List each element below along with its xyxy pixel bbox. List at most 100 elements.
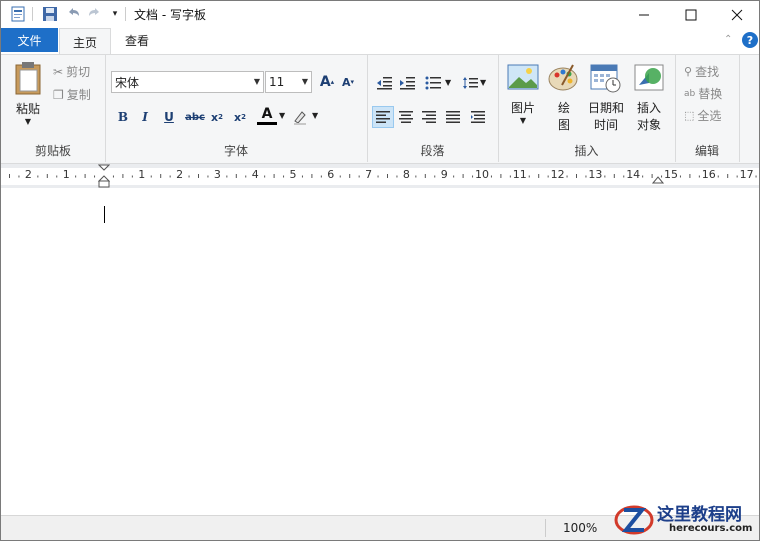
- save-icon[interactable]: [41, 5, 59, 23]
- find-label: 查找: [695, 65, 720, 79]
- editing-group-label: 编辑: [694, 144, 719, 158]
- binoculars-icon: ⚲: [684, 65, 693, 78]
- ribbon-minimize-icon[interactable]: ⌃: [724, 34, 732, 45]
- highlighter-icon: [294, 111, 306, 125]
- close-button[interactable]: [714, 1, 759, 28]
- cut-button[interactable]: ✂ 剪切: [53, 63, 90, 80]
- tab-home[interactable]: 主页: [59, 28, 111, 55]
- quick-access-dropdown-icon[interactable]: ▾: [106, 5, 124, 23]
- line-spacing-button[interactable]: [459, 72, 481, 94]
- ribbon: 粘贴 ▼ ✂ 剪切 ❐ 复制 剪贴板 宋体 ▼ 11 ▼ A ▴ A ▾ B I…: [1, 54, 759, 164]
- indent-marker-icon[interactable]: [97, 164, 111, 191]
- ruler[interactable]: 2 1 1 2 3 4 5 6 7 8 9 10 11 12 13 14 15 16 17: [1, 164, 759, 188]
- status-separator: [545, 519, 546, 537]
- tab-file[interactable]: 文件: [1, 28, 58, 52]
- wordpad-app-icon[interactable]: [9, 5, 27, 23]
- paint-label-line1: 绘: [557, 101, 570, 115]
- paste-button[interactable]: 粘贴 ▼: [9, 61, 47, 126]
- strikethrough-button[interactable]: abc: [183, 107, 207, 127]
- object-label-line1: 插入: [636, 101, 661, 115]
- replace-button[interactable]: ab 替换: [684, 85, 722, 102]
- wordpad-window: ▾ 文档 - 写字板 文件 主页 查看 ⌃ ? 粘贴 ▼ ✂ 剪切 ❐ 复制 剪…: [0, 0, 760, 541]
- font-family-select[interactable]: 宋体 ▼: [111, 71, 264, 93]
- justify-icon: [446, 111, 460, 123]
- paragraph-settings-button[interactable]: [467, 106, 489, 128]
- tab-view[interactable]: 查看: [113, 28, 161, 53]
- cut-label: 剪切: [66, 65, 91, 79]
- undo-icon[interactable]: [64, 5, 82, 23]
- align-center-button[interactable]: [395, 106, 417, 128]
- copy-label: 复制: [66, 88, 91, 102]
- paint-drawing-button[interactable]: 绘 图: [546, 63, 582, 133]
- document-area[interactable]: [1, 189, 759, 515]
- superscript-button[interactable]: x2: [230, 107, 250, 127]
- maximize-button[interactable]: [668, 1, 714, 28]
- watermark-site-name: 这里教程网: [657, 505, 742, 525]
- text-color-dropdown-icon[interactable]: ▼: [279, 111, 285, 120]
- ruler-number: 9: [440, 168, 448, 181]
- ruler-number: 16: [701, 168, 716, 181]
- insert-picture-button[interactable]: 图片 ▼: [505, 63, 541, 125]
- justify-button[interactable]: [442, 106, 464, 128]
- highlight-dropdown-icon[interactable]: ▼: [312, 111, 318, 120]
- paste-dropdown-icon: ▼: [24, 117, 32, 126]
- list-dropdown-icon[interactable]: ▼: [445, 78, 451, 87]
- decrease-indent-button[interactable]: [373, 72, 395, 94]
- right-indent-marker-icon[interactable]: [651, 173, 665, 188]
- picture-label: 图片: [510, 101, 535, 115]
- select-all-button[interactable]: ⬚ 全选: [684, 107, 721, 124]
- ruler-number: 6: [327, 168, 335, 181]
- ruler-ticks: [9, 174, 757, 178]
- watermark: 这里教程网 herecours.com: [614, 496, 760, 541]
- ruler-number: 4: [251, 168, 259, 181]
- help-icon[interactable]: ?: [742, 32, 758, 48]
- minimize-button[interactable]: [621, 1, 667, 28]
- increase-indent-button[interactable]: [396, 72, 418, 94]
- insert-object-button[interactable]: 插入 对象: [630, 63, 668, 133]
- redo-icon[interactable]: [86, 5, 104, 23]
- ruler-number: 3: [213, 168, 221, 181]
- paste-label: 粘贴: [15, 102, 40, 116]
- list-button[interactable]: [422, 72, 444, 94]
- font-family-value: 宋体: [115, 75, 140, 90]
- date-time-button[interactable]: 日期和 时间: [586, 63, 626, 133]
- copy-icon: ❐: [53, 87, 64, 102]
- ruler-number: 17: [739, 168, 754, 181]
- align-left-icon: [376, 111, 390, 123]
- underline-button[interactable]: U: [159, 107, 179, 127]
- subscript-button[interactable]: x2: [207, 107, 227, 127]
- ruler-number: 1: [62, 168, 70, 181]
- text-color-button[interactable]: A: [257, 105, 277, 125]
- paint-label-line2: 图: [557, 118, 570, 132]
- align-left-button[interactable]: [372, 106, 394, 128]
- watermark-site-url: herecours.com: [669, 523, 753, 534]
- title-separator: [32, 7, 33, 21]
- replace-icon: ab: [684, 88, 696, 99]
- select-all-icon: ⬚: [684, 109, 695, 122]
- ruler-number: 15: [664, 168, 678, 181]
- ruler-number: 13: [588, 168, 603, 181]
- paint-palette-icon: [548, 64, 578, 91]
- font-size-select[interactable]: 11 ▼: [265, 71, 312, 93]
- paragraph-group: ▼ ▼ 段落: [367, 55, 499, 162]
- find-button[interactable]: ⚲ 查找: [684, 63, 719, 80]
- clipboard-group: 粘贴 ▼ ✂ 剪切 ❐ 复制 剪贴板: [1, 55, 106, 162]
- copy-button[interactable]: ❐ 复制: [53, 86, 91, 103]
- align-right-button[interactable]: [418, 106, 440, 128]
- insert-object-icon: [634, 64, 664, 91]
- highlight-button[interactable]: [290, 107, 310, 127]
- italic-button[interactable]: I: [135, 107, 155, 127]
- grow-font-button[interactable]: A ▴: [317, 72, 337, 92]
- ruler-number: 10: [475, 168, 489, 181]
- align-center-icon: [399, 111, 413, 123]
- decrease-indent-icon: [377, 77, 392, 90]
- shrink-font-button[interactable]: A ▾: [338, 72, 358, 92]
- font-group-label: 字体: [223, 144, 248, 158]
- bold-button[interactable]: B: [113, 107, 133, 127]
- paste-icon: [9, 61, 47, 97]
- font-size-value: 11: [269, 75, 285, 89]
- line-spacing-dropdown-icon[interactable]: ▼: [480, 78, 486, 87]
- ribbon-tab-row: 文件 主页 查看 ⌃ ?: [1, 28, 759, 55]
- picture-dropdown-icon: ▼: [519, 116, 527, 125]
- title-bar: ▾ 文档 - 写字板: [1, 1, 759, 28]
